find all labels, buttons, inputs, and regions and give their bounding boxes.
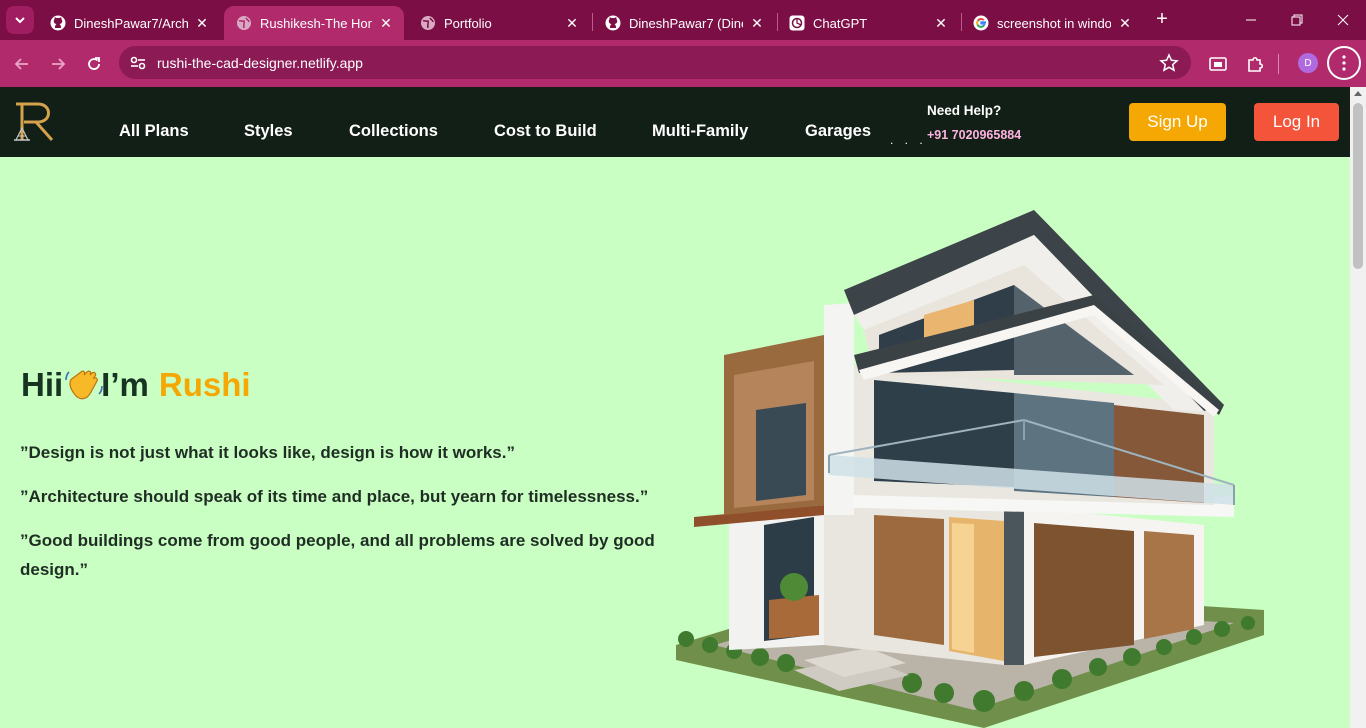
nav-styles[interactable]: Styles	[244, 122, 293, 141]
tab-title: DineshPawar7 (Dinesh	[629, 15, 743, 31]
close-icon[interactable]: ✕	[378, 15, 394, 32]
picture-in-picture-icon[interactable]	[1206, 52, 1230, 76]
chatgpt-icon	[789, 15, 805, 31]
hero-im: I’m	[101, 366, 149, 403]
close-icon	[1337, 14, 1349, 26]
hero-quote: ”Design is not just what it looks like, …	[20, 443, 515, 462]
forward-button[interactable]	[44, 50, 72, 78]
site-logo[interactable]	[12, 100, 54, 142]
browser-tab-portfolio[interactable]: Portfolio ✕	[408, 6, 590, 40]
nav-collections[interactable]: Collections	[349, 122, 438, 141]
nav-garages[interactable]: Garages	[805, 122, 871, 141]
help-phone-link[interactable]: +91 7020965884	[927, 128, 1021, 142]
house-image	[676, 210, 1264, 728]
tab-title: Rushikesh-The Home	[260, 15, 372, 31]
restore-icon	[1291, 14, 1303, 26]
tab-title: DineshPawar7/Archite	[74, 15, 188, 31]
minimize-icon	[1246, 19, 1256, 21]
browser-toolbar: rushi-the-cad-designer.netlify.app D	[0, 40, 1366, 87]
more-vertical-icon	[1342, 55, 1346, 71]
profile-avatar[interactable]: D	[1298, 53, 1318, 73]
nav-more[interactable]: . . .	[890, 133, 927, 147]
star-icon[interactable]	[1159, 53, 1179, 73]
globe-icon	[236, 15, 252, 31]
tab-title: screenshot in window	[997, 15, 1111, 31]
browser-tab-github-dinesh[interactable]: DineshPawar7 (Dinesh ✕	[593, 6, 775, 40]
nav-cost-to-build[interactable]: Cost to Build	[494, 122, 597, 141]
google-icon	[973, 15, 989, 31]
github-icon	[605, 15, 621, 31]
hero-quote: ”Good buildings come from good people, a…	[20, 531, 655, 579]
site-header: All Plans Styles Collections Cost to Bui…	[0, 87, 1350, 157]
hero-greeting: Hii	[21, 366, 64, 403]
minimize-button[interactable]	[1228, 8, 1274, 32]
hero-name: Rushi	[158, 366, 251, 403]
help-title: Need Help?	[927, 103, 1002, 118]
nav-all-plans[interactable]: All Plans	[119, 122, 189, 141]
reload-icon	[88, 57, 100, 70]
globe-icon	[420, 15, 436, 31]
close-icon[interactable]: ✕	[749, 15, 765, 32]
arrow-right-icon	[52, 58, 66, 70]
restore-button[interactable]	[1274, 8, 1320, 32]
browser-tab-rushikesh[interactable]: Rushikesh-The Home ✕	[224, 6, 404, 40]
scroll-up-icon[interactable]	[1354, 91, 1362, 96]
close-icon[interactable]: ✕	[1117, 15, 1133, 32]
waving-hand-icon	[65, 370, 103, 400]
hero-heading: Hii I’m Rushi	[21, 364, 251, 406]
browser-menu-button[interactable]	[1327, 46, 1361, 80]
close-icon[interactable]: ✕	[564, 15, 580, 32]
tab-title: ChatGPT	[813, 15, 868, 31]
reload-button[interactable]	[80, 50, 108, 78]
browser-tab-github-archite[interactable]: DineshPawar7/Archite ✕	[38, 6, 220, 40]
url-text[interactable]: rushi-the-cad-designer.netlify.app	[157, 55, 363, 71]
tab-search-button[interactable]	[6, 6, 34, 34]
toolbar-divider	[1278, 54, 1279, 74]
extensions-icon[interactable]	[1243, 52, 1267, 76]
close-icon[interactable]: ✕	[194, 15, 210, 32]
log-in-button[interactable]: Log In	[1254, 103, 1339, 141]
close-icon[interactable]: ✕	[933, 15, 949, 32]
hero-quote: ”Architecture should speak of its time a…	[20, 487, 649, 506]
github-icon	[50, 15, 66, 31]
site-info-icon[interactable]	[127, 53, 149, 73]
tab-title: Portfolio	[444, 15, 492, 31]
browser-tab-chatgpt[interactable]: ChatGPT ✕	[777, 6, 959, 40]
browser-tab-google[interactable]: screenshot in window ✕	[961, 6, 1143, 40]
browser-tab-strip: DineshPawar7/Archite ✕ Rushikesh-The Hom…	[0, 0, 1366, 40]
chevron-down-icon	[15, 17, 25, 24]
back-button[interactable]	[8, 50, 36, 78]
nav-multi-family[interactable]: Multi-Family	[652, 122, 748, 141]
close-window-button[interactable]	[1320, 8, 1366, 32]
address-bar[interactable]: rushi-the-cad-designer.netlify.app	[119, 46, 1191, 79]
scroll-thumb[interactable]	[1353, 103, 1363, 269]
sign-up-button[interactable]: Sign Up	[1129, 103, 1226, 141]
page-scrollbar[interactable]	[1350, 87, 1366, 728]
new-tab-button[interactable]: +	[1150, 8, 1174, 32]
arrow-left-icon	[14, 58, 28, 70]
